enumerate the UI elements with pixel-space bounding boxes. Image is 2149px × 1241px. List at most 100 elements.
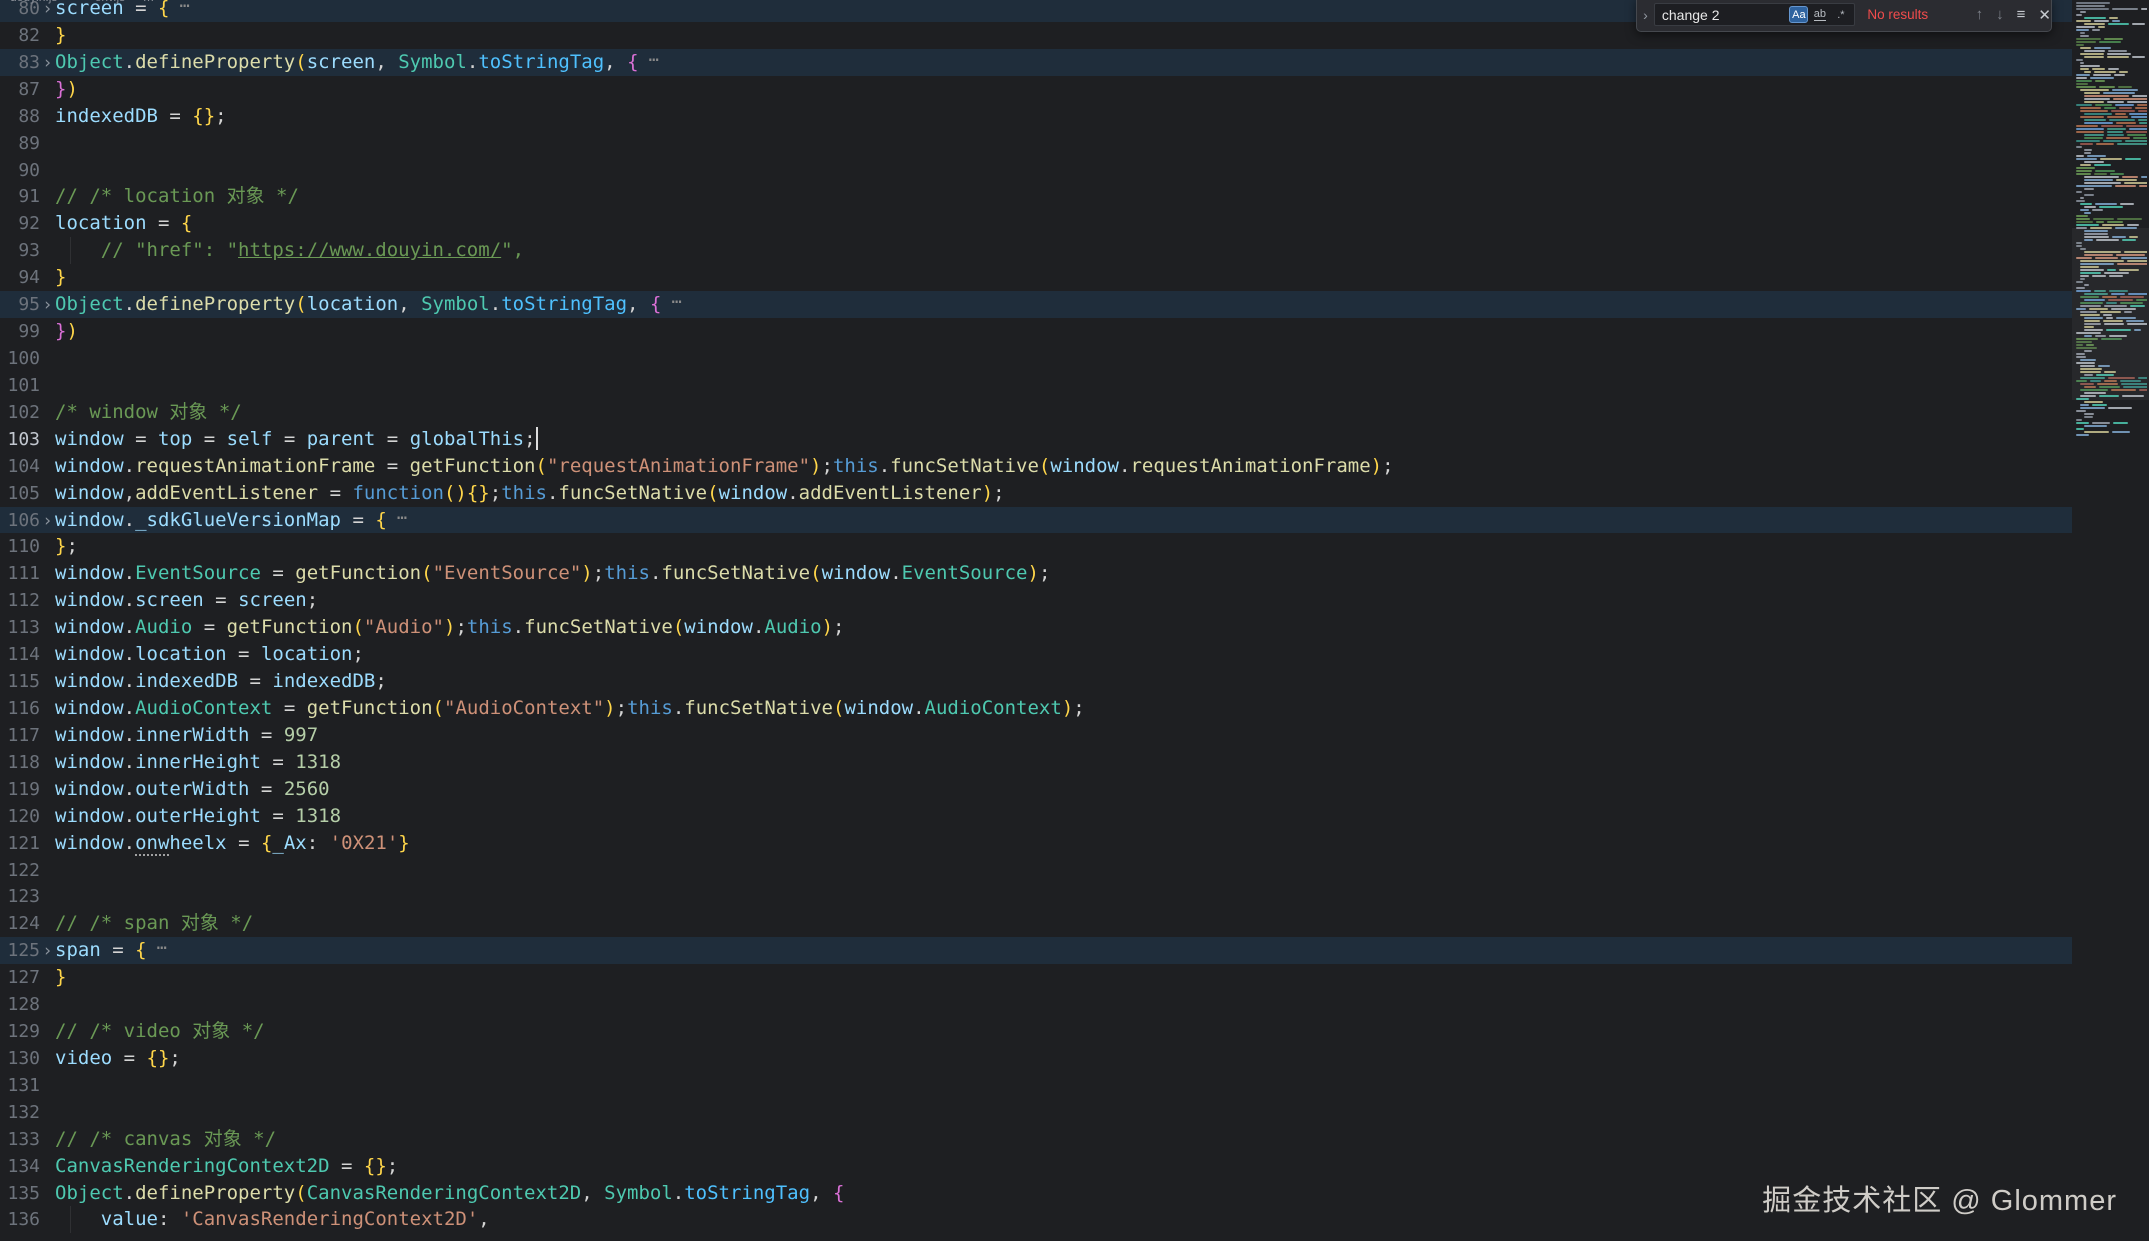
code-line[interactable]: 113window.Audio = getFunction("Audio");t…: [0, 614, 2072, 641]
line-number[interactable]: 117: [0, 723, 40, 750]
code-line[interactable]: 90: [0, 157, 2072, 184]
line-number[interactable]: 106: [0, 508, 40, 535]
close-button close-icon[interactable]: ✕: [2038, 6, 2051, 24]
line-number[interactable]: 102: [0, 400, 40, 427]
code-line[interactable]: 92location = {: [0, 210, 2072, 237]
line-number[interactable]: 104: [0, 454, 40, 481]
code-line[interactable]: 88indexedDB = {};: [0, 103, 2072, 130]
code-line[interactable]: 87}): [0, 76, 2072, 103]
regex-button[interactable]: .*: [1831, 6, 1850, 23]
whole-word-button[interactable]: ab: [1810, 6, 1829, 23]
line-number[interactable]: 92: [0, 211, 40, 238]
line-number[interactable]: 88: [0, 104, 40, 131]
code-line[interactable]: 130video = {};: [0, 1045, 2072, 1072]
code-line[interactable]: 99}): [0, 318, 2072, 345]
code-line[interactable]: 127}: [0, 964, 2072, 991]
line-number[interactable]: 101: [0, 373, 40, 400]
code-line[interactable]: 103window = top = self = parent = global…: [0, 426, 2072, 453]
line-number[interactable]: 95: [0, 292, 40, 319]
previous-match-button arrow-up-icon[interactable]: ↑: [1976, 6, 1984, 23]
line-number[interactable]: 116: [0, 696, 40, 723]
line-number[interactable]: 87: [0, 77, 40, 104]
code-line[interactable]: 128: [0, 991, 2072, 1018]
code-line[interactable]: 118window.innerHeight = 1318: [0, 749, 2072, 776]
code-line[interactable]: 124// /* span 对象 */: [0, 910, 2072, 937]
line-number[interactable]: 130: [0, 1046, 40, 1073]
line-number[interactable]: 105: [0, 481, 40, 508]
line-number[interactable]: 134: [0, 1154, 40, 1181]
code-line[interactable]: 123: [0, 883, 2072, 910]
line-number[interactable]: 100: [0, 346, 40, 373]
code-line[interactable]: 115window.indexedDB = indexedDB;: [0, 668, 2072, 695]
code-line[interactable]: 116window.AudioContext = getFunction("Au…: [0, 695, 2072, 722]
line-number[interactable]: 124: [0, 911, 40, 938]
line-number[interactable]: 121: [0, 831, 40, 858]
fold-chevron-icon[interactable]: ›: [40, 50, 55, 77]
match-case-button[interactable]: Aa: [1789, 6, 1808, 23]
line-number[interactable]: 91: [0, 184, 40, 211]
code-line[interactable]: 111window.EventSource = getFunction("Eve…: [0, 560, 2072, 587]
line-number[interactable]: 113: [0, 615, 40, 642]
code-line[interactable]: 102/* window 对象 */: [0, 399, 2072, 426]
code-line[interactable]: 133// /* canvas 对象 */: [0, 1126, 2072, 1153]
code-line[interactable]: 119window.outerWidth = 2560: [0, 776, 2072, 803]
code-line[interactable]: 122: [0, 857, 2072, 884]
code-line[interactable]: 117window.innerWidth = 997: [0, 722, 2072, 749]
line-number[interactable]: 110: [0, 534, 40, 561]
line-number[interactable]: 111: [0, 561, 40, 588]
code-line[interactable]: 132: [0, 1099, 2072, 1126]
fold-chevron-icon[interactable]: ›: [40, 292, 55, 319]
line-number[interactable]: 115: [0, 669, 40, 696]
code-line[interactable]: 91// /* location 对象 */: [0, 183, 2072, 210]
code-line[interactable]: 94}: [0, 264, 2072, 291]
line-number[interactable]: 135: [0, 1181, 40, 1208]
line-number[interactable]: 129: [0, 1019, 40, 1046]
code-line[interactable]: 100: [0, 345, 2072, 372]
line-number[interactable]: 89: [0, 131, 40, 158]
line-number[interactable]: 132: [0, 1100, 40, 1127]
line-number[interactable]: 103: [0, 427, 40, 454]
line-number[interactable]: 136: [0, 1207, 40, 1234]
code-line[interactable]: 93 // "href": "https://www.douyin.com/",: [0, 237, 2072, 264]
line-number[interactable]: 82: [0, 23, 40, 50]
code-line[interactable]: 136 value: 'CanvasRenderingContext2D',: [0, 1206, 2072, 1233]
code-line[interactable]: 114window.location = location;: [0, 641, 2072, 668]
code-line[interactable]: 105window,addEventListener = function(){…: [0, 480, 2072, 507]
code-line[interactable]: 129// /* video 对象 */: [0, 1018, 2072, 1045]
minimap[interactable]: [2072, 0, 2149, 1241]
minimap-slider[interactable]: [2072, 228, 2149, 400]
code-line[interactable]: 101: [0, 372, 2072, 399]
code-line[interactable]: 110};: [0, 533, 2072, 560]
line-number[interactable]: 114: [0, 642, 40, 669]
line-number[interactable]: 123: [0, 884, 40, 911]
code-line[interactable]: 120window.outerHeight = 1318: [0, 803, 2072, 830]
code-line[interactable]: 135Object.defineProperty(CanvasRendering…: [0, 1180, 2072, 1207]
line-number[interactable]: 90: [0, 158, 40, 185]
breadcrumb[interactable]: douyin.js › env.js › …: [10, 0, 155, 4]
line-number[interactable]: 83: [0, 50, 40, 77]
line-number[interactable]: 125: [0, 938, 40, 965]
search-input[interactable]: change 2 Aa ab .*: [1654, 3, 1856, 26]
code-line[interactable]: 95›Object.defineProperty(location, Symbo…: [0, 291, 2072, 318]
line-number[interactable]: 128: [0, 992, 40, 1019]
code-line[interactable]: 134CanvasRenderingContext2D = {};: [0, 1153, 2072, 1180]
code-line[interactable]: 83›Object.defineProperty(screen, Symbol.…: [0, 49, 2072, 76]
next-match-button arrow-down-icon[interactable]: ↓: [1996, 6, 2004, 23]
code-line[interactable]: 125›span = { ⋯: [0, 937, 2072, 964]
find-in-selection-button selection-icon[interactable]: ≡: [2017, 6, 2026, 23]
line-number[interactable]: 99: [0, 319, 40, 346]
code-line[interactable]: 112window.screen = screen;: [0, 587, 2072, 614]
toggle-replace-button[interactable]: ›: [1637, 0, 1654, 31]
line-number[interactable]: 112: [0, 588, 40, 615]
code-line[interactable]: 89: [0, 130, 2072, 157]
line-number[interactable]: 93: [0, 238, 40, 265]
line-number[interactable]: 133: [0, 1127, 40, 1154]
code-line[interactable]: 121window.onwheelx = {_Ax: '0X21'}: [0, 830, 2072, 857]
fold-chevron-icon[interactable]: ›: [40, 938, 55, 965]
line-number[interactable]: 94: [0, 265, 40, 292]
line-number[interactable]: 119: [0, 777, 40, 804]
line-number[interactable]: 131: [0, 1073, 40, 1100]
line-number[interactable]: 120: [0, 804, 40, 831]
code-line[interactable]: 106›window._sdkGlueVersionMap = { ⋯: [0, 507, 2072, 534]
code-line[interactable]: 104window.requestAnimationFrame = getFun…: [0, 453, 2072, 480]
